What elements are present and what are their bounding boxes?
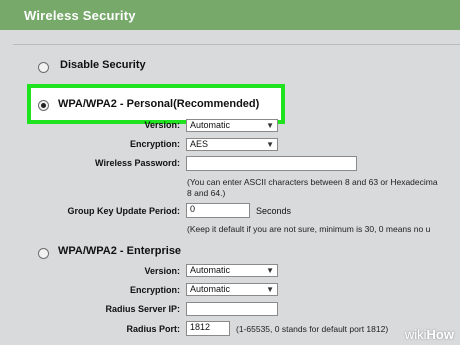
watermark-logo: wikiHow — [405, 327, 454, 342]
wireless-password-input[interactable] — [186, 156, 357, 171]
wireless-password-label: Wireless Password: — [95, 158, 180, 168]
enterprise-encryption-select[interactable]: Automatic ▼ — [186, 283, 278, 296]
enterprise-encryption-label: Encryption: — [129, 285, 180, 295]
wpa-enterprise-radio[interactable] — [38, 248, 49, 259]
radius-ip-input[interactable] — [186, 302, 278, 316]
radius-port-input[interactable]: 1812 — [186, 321, 230, 336]
wpa-personal-radio[interactable] — [38, 100, 49, 111]
disable-security-radio[interactable] — [38, 62, 49, 73]
chevron-down-icon: ▼ — [266, 285, 274, 294]
personal-version-select[interactable]: Automatic ▼ — [186, 119, 278, 132]
section-header: Wireless Security — [0, 0, 460, 30]
personal-version-value: Automatic — [190, 120, 231, 130]
group-key-period-note: (Keep it default if you are not sure, mi… — [187, 224, 431, 234]
personal-version-label: Version: — [144, 120, 180, 130]
enterprise-version-label: Version: — [144, 266, 180, 276]
password-note-line2: 8 and 64.) — [187, 188, 226, 198]
group-key-period-label: Group Key Update Period: — [67, 206, 180, 216]
watermark-suffix: How — [426, 327, 454, 342]
enterprise-version-select[interactable]: Automatic ▼ — [186, 264, 278, 277]
divider — [13, 44, 460, 45]
seconds-unit: Seconds — [256, 206, 292, 216]
wpa-personal-label[interactable]: WPA/WPA2 - Personal(Recommended) — [58, 98, 259, 110]
personal-encryption-value: AES — [190, 139, 209, 149]
chevron-down-icon: ▼ — [266, 140, 274, 149]
password-note-line1: (You can enter ASCII characters between … — [187, 177, 438, 187]
radius-port-note: (1-65535, 0 stands for default port 1812… — [236, 324, 389, 334]
group-key-period-input[interactable]: 0 — [186, 203, 250, 218]
wpa-enterprise-label[interactable]: WPA/WPA2 - Enterprise — [58, 245, 181, 257]
chevron-down-icon: ▼ — [266, 121, 274, 130]
chevron-down-icon: ▼ — [266, 266, 274, 275]
radius-port-label: Radius Port: — [126, 324, 180, 334]
enterprise-version-value: Automatic — [190, 265, 231, 275]
radius-ip-label: Radius Server IP: — [105, 304, 180, 314]
enterprise-encryption-value: Automatic — [190, 284, 231, 294]
personal-encryption-select[interactable]: AES ▼ — [186, 138, 278, 151]
personal-encryption-label: Encryption: — [129, 139, 180, 149]
section-title: Wireless Security — [24, 8, 136, 23]
watermark-prefix: wiki — [404, 327, 427, 342]
disable-security-label[interactable]: Disable Security — [60, 59, 146, 71]
